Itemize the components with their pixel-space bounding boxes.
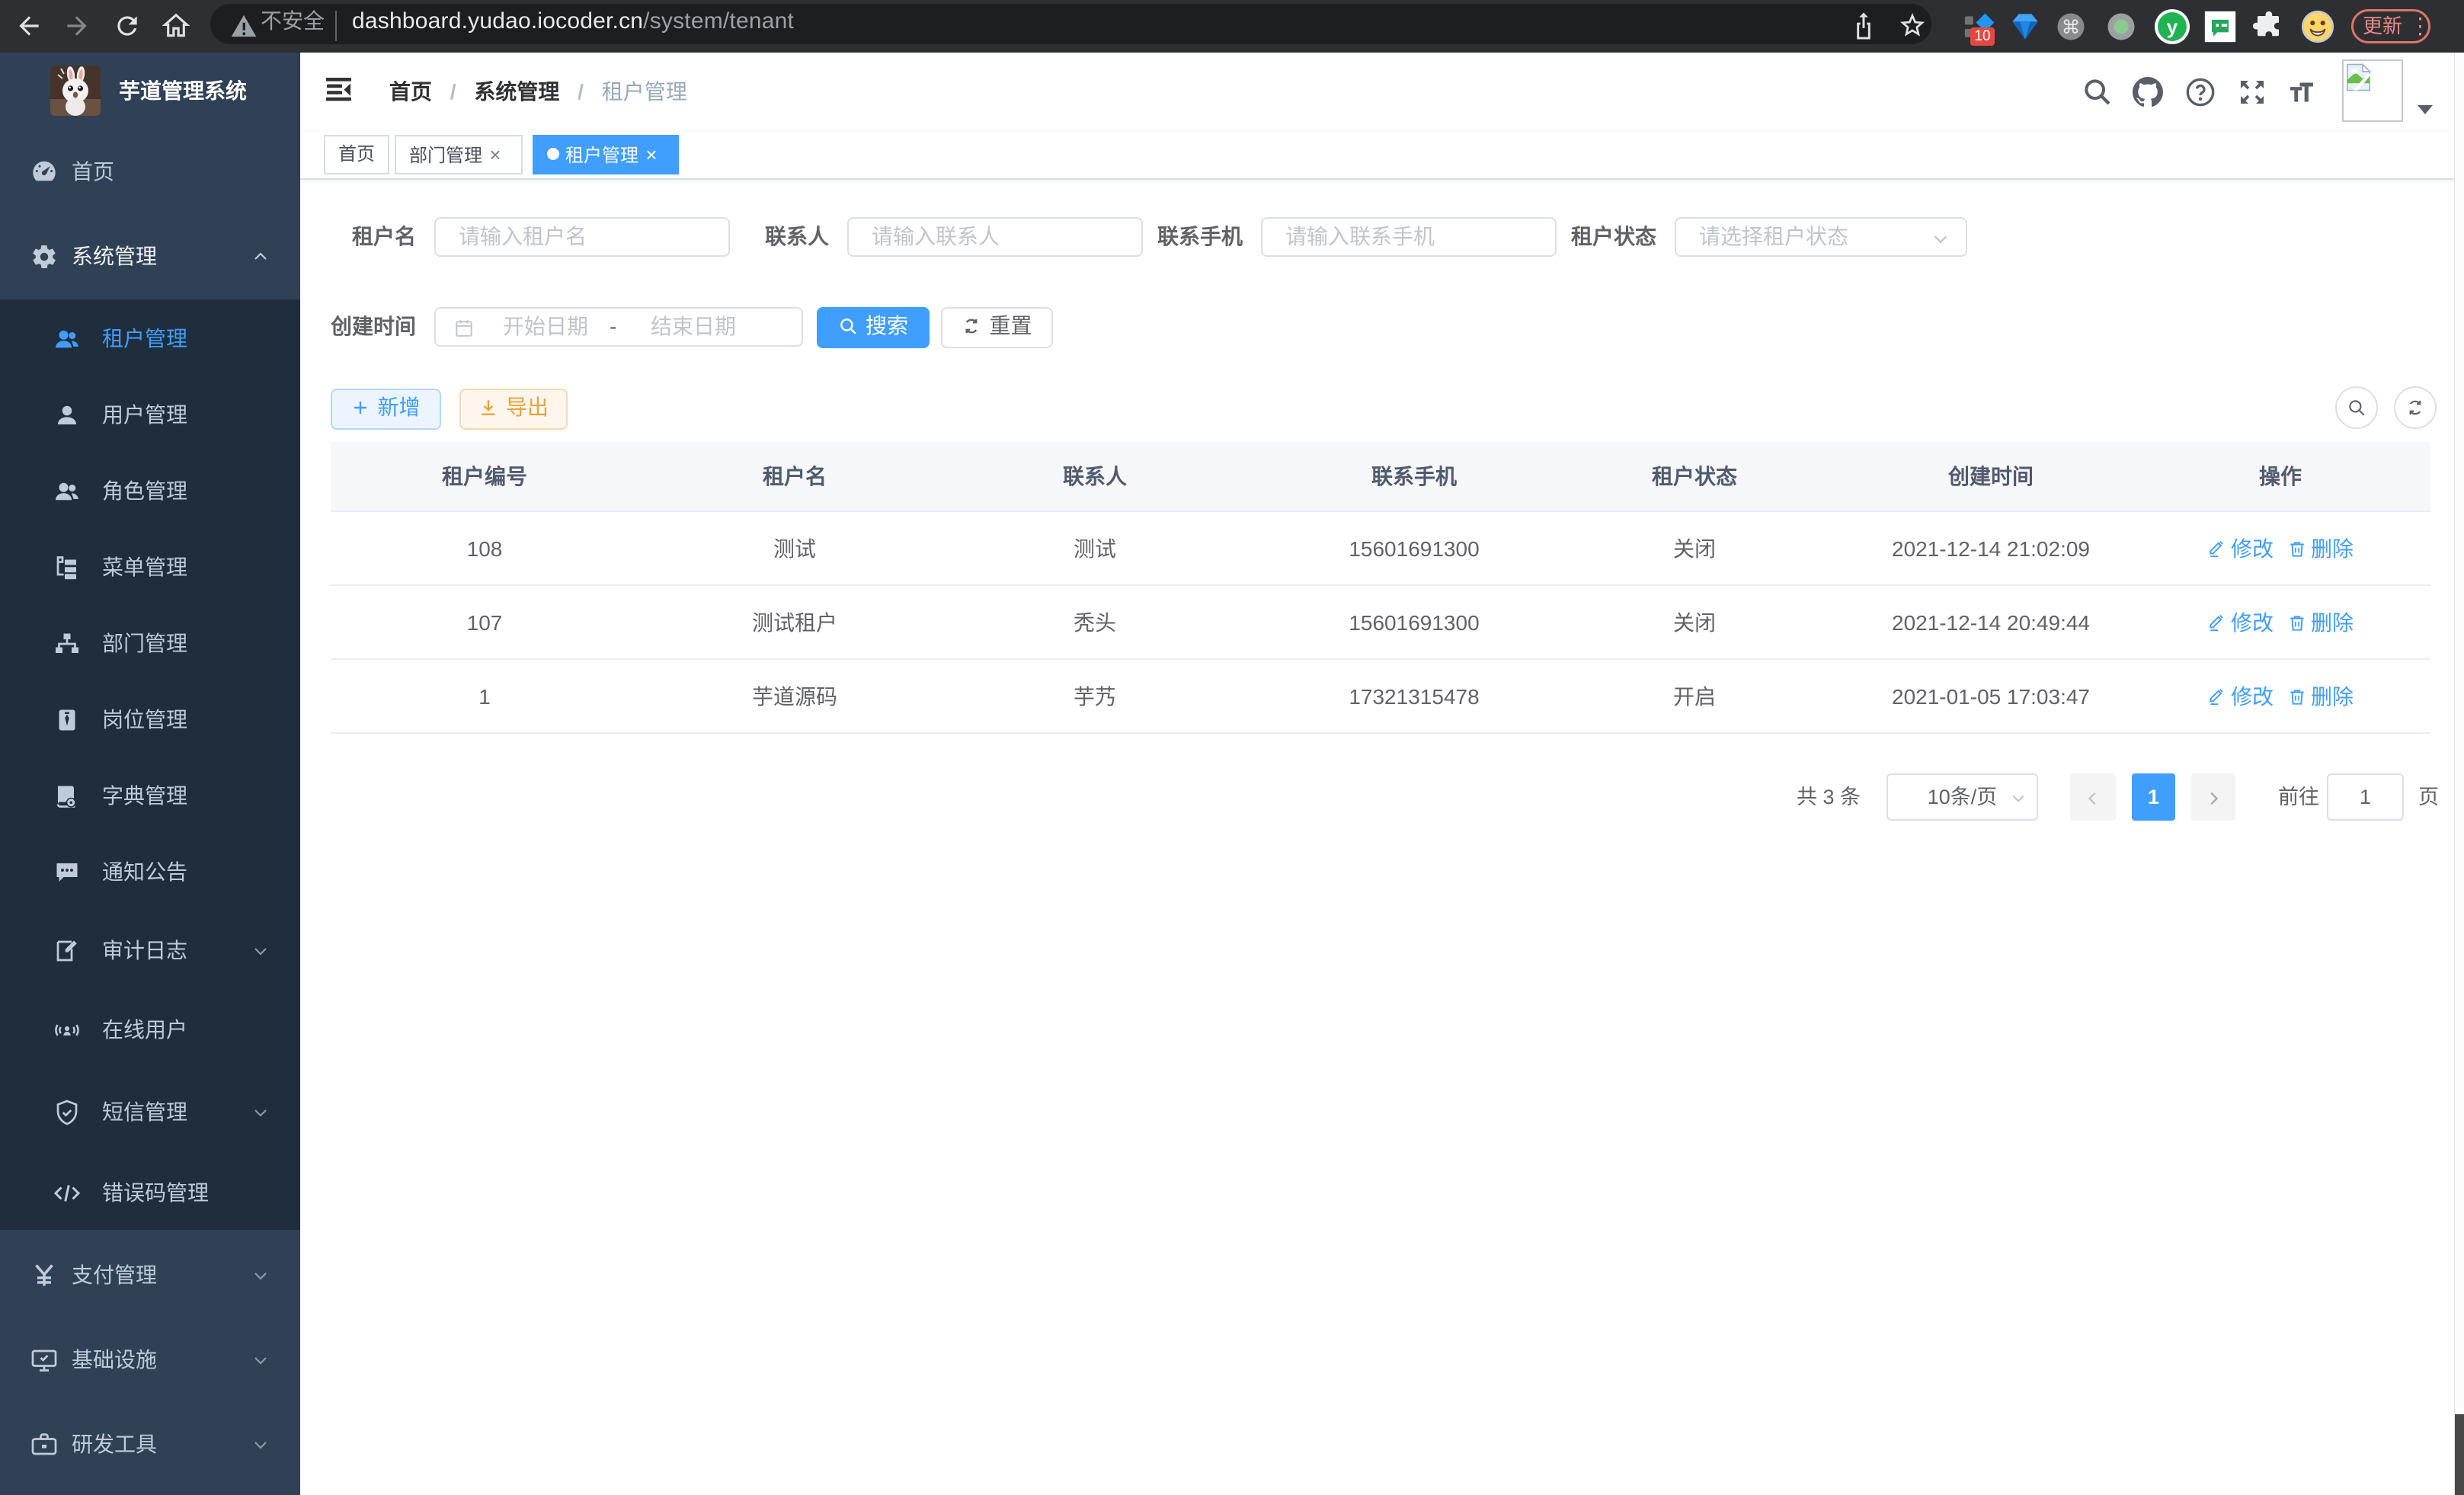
svg-text:⌘: ⌘ [2062, 18, 2081, 38]
svg-text:y: y [2167, 15, 2178, 38]
